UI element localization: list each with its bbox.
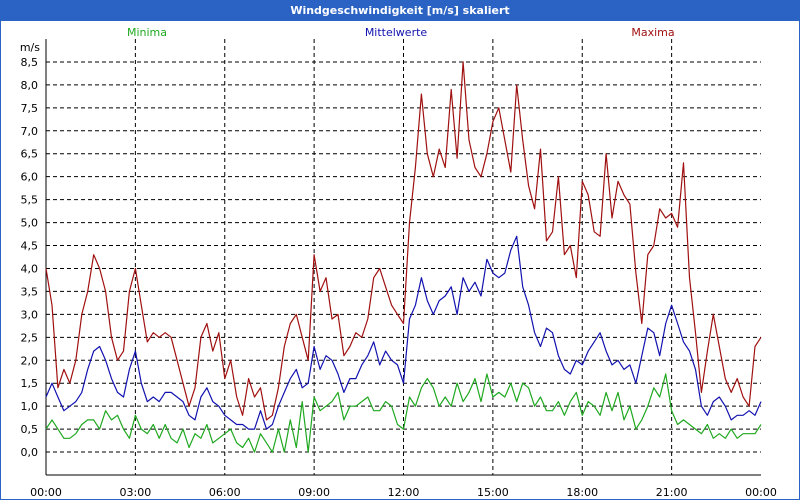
y-tick-label: 1,0: [21, 400, 39, 413]
y-tick-label: 0,0: [21, 446, 39, 459]
y-tick-label: 2,5: [21, 331, 39, 344]
x-tick-time: 18:00: [566, 486, 598, 499]
y-tick-label: 8,0: [21, 79, 39, 92]
series-line-maxima: [45, 61, 762, 421]
x-tick-time: 00:00: [745, 486, 777, 499]
x-tick-time: 09:00: [298, 486, 330, 499]
x-tick-time: 00:00: [30, 486, 62, 499]
x-tick-time: 03:00: [120, 486, 152, 499]
y-tick-label: 8,5: [21, 56, 39, 69]
y-tick-label: 3,5: [21, 285, 39, 298]
y-tick-label: 1,5: [21, 377, 39, 390]
chart-area: 0,0 0,5 1,0 1,5 2,0 2,5 3,0 3,5 4,0 4,5 5,0 5,5 6,0 6…: [20, 26, 777, 499]
y-tick-label: 7,0: [21, 125, 39, 138]
y-tick-label: 4,0: [21, 262, 39, 275]
y-tick-label: 7,5: [21, 102, 39, 115]
y-tick-label: 3,0: [21, 308, 39, 321]
x-tick-time: 21:00: [656, 486, 688, 499]
x-tick-time: 15:00: [477, 486, 509, 499]
legend-minima: Minima: [127, 26, 167, 39]
y-tick-label: 2,0: [21, 354, 39, 367]
legend-maxima: Maxima: [631, 26, 674, 39]
chart-window: Windgeschwindigkeit [m/s] skaliert 0,0 0,…: [0, 0, 800, 500]
legend-mittelwerte: Mittelwerte: [365, 26, 428, 39]
x-tick-time: 06:00: [209, 486, 241, 499]
y-tick-label: 6,5: [21, 148, 39, 161]
chart-title: Windgeschwindigkeit [m/s] skaliert: [1, 1, 799, 21]
y-tick-label: 5,5: [21, 194, 39, 207]
y-axis-label: m/s: [20, 41, 40, 54]
y-tick-label: 6,0: [21, 171, 39, 184]
y-tick-label: 0,5: [21, 423, 39, 436]
y-tick-label: 4,5: [21, 240, 39, 253]
x-tick-time: 12:00: [388, 486, 420, 499]
y-tick-label: 5,0: [21, 217, 39, 230]
